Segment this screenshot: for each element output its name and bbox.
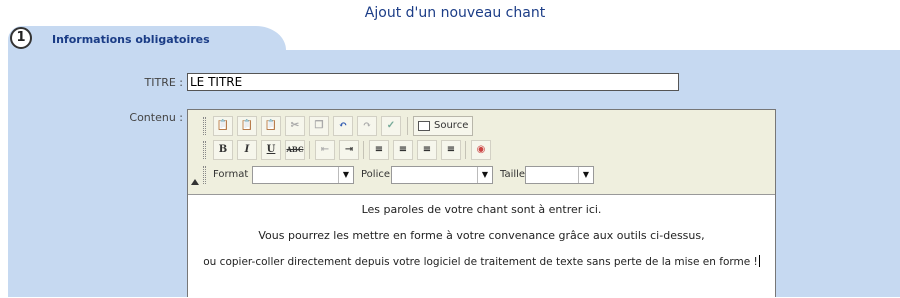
paste-word-icon[interactable]: 📋 (213, 116, 233, 136)
taille-select[interactable]: ▼ (525, 166, 594, 184)
paste-text-icon[interactable]: 📋 (261, 116, 281, 136)
text-cursor (758, 255, 760, 267)
spellcheck-icon[interactable]: ✓ (381, 116, 401, 136)
align-left-icon[interactable]: ≡ (369, 140, 389, 160)
editor-content-area[interactable]: Les paroles de votre chant sont à entrer… (188, 194, 775, 298)
format-label: Format (213, 169, 249, 180)
tab-label: Informations obligatoires (52, 33, 210, 46)
rich-text-editor: 📋 📋 📋 ✂ ❐ ↶ ↷ ✓ Source B I U ABC ⇤ ⇥ ≡ ≡… (187, 109, 776, 298)
step-number-badge: 1 (10, 27, 32, 49)
toolbar-separator (309, 141, 310, 159)
chevron-down-icon: ▼ (338, 167, 353, 183)
source-button[interactable]: Source (413, 116, 473, 136)
toolbar-grip[interactable] (203, 166, 206, 184)
page-title: Ajout d'un nouveau chant (364, 5, 546, 21)
align-center-icon[interactable]: ≡ (393, 140, 413, 160)
toolbar-row-3: Format ▼ Police ▼ Taille ▼ (203, 166, 763, 186)
italic-button[interactable]: I (237, 140, 257, 160)
toolbar-row-2: B I U ABC ⇤ ⇥ ≡ ≡ ≡ ≡ ◉ (203, 140, 763, 160)
chevron-down-icon: ▼ (477, 167, 492, 183)
align-right-icon[interactable]: ≡ (417, 140, 437, 160)
source-button-label: Source (434, 120, 469, 131)
copy-icon[interactable]: ❐ (309, 116, 329, 136)
redo-icon[interactable]: ↷ (357, 116, 377, 136)
bold-button[interactable]: B (213, 140, 233, 160)
titre-input[interactable] (187, 73, 679, 91)
collapse-toolbar-icon[interactable] (191, 179, 199, 185)
police-label: Police (361, 169, 390, 180)
content-line: Vous pourrez les mettre en forme à votre… (258, 229, 705, 242)
underline-button[interactable]: U (261, 140, 281, 160)
contenu-label: Contenu : (129, 111, 183, 124)
chevron-down-icon: ▼ (578, 167, 593, 183)
indent-icon[interactable]: ⇥ (339, 140, 359, 160)
toolbar-grip[interactable] (203, 117, 206, 135)
strikethrough-button[interactable]: ABC (285, 140, 305, 160)
text-color-icon[interactable]: ◉ (471, 140, 491, 160)
toolbar-separator (407, 117, 408, 135)
content-line-text: ou copier-coller directement depuis votr… (203, 256, 758, 268)
toolbar-separator (363, 141, 364, 159)
toolbar-grip[interactable] (203, 141, 206, 159)
toolbar-row-1: 📋 📋 📋 ✂ ❐ ↶ ↷ ✓ Source (203, 116, 763, 136)
format-select[interactable]: ▼ (252, 166, 354, 184)
taille-label: Taille (500, 169, 526, 180)
paste-icon[interactable]: 📋 (237, 116, 257, 136)
content-line: Les paroles de votre chant sont à entrer… (361, 203, 602, 216)
source-icon (418, 121, 430, 131)
outdent-icon[interactable]: ⇤ (315, 140, 335, 160)
undo-icon[interactable]: ↶ (333, 116, 353, 136)
editor-toolbar: 📋 📋 📋 ✂ ❐ ↶ ↷ ✓ Source B I U ABC ⇤ ⇥ ≡ ≡… (188, 110, 775, 193)
titre-label: TITRE : (144, 76, 183, 89)
toolbar-separator (465, 141, 466, 159)
police-select[interactable]: ▼ (391, 166, 493, 184)
align-justify-icon[interactable]: ≡ (441, 140, 461, 160)
content-line-last: ou copier-coller directement depuis votr… (188, 255, 775, 268)
cut-icon[interactable]: ✂ (285, 116, 305, 136)
